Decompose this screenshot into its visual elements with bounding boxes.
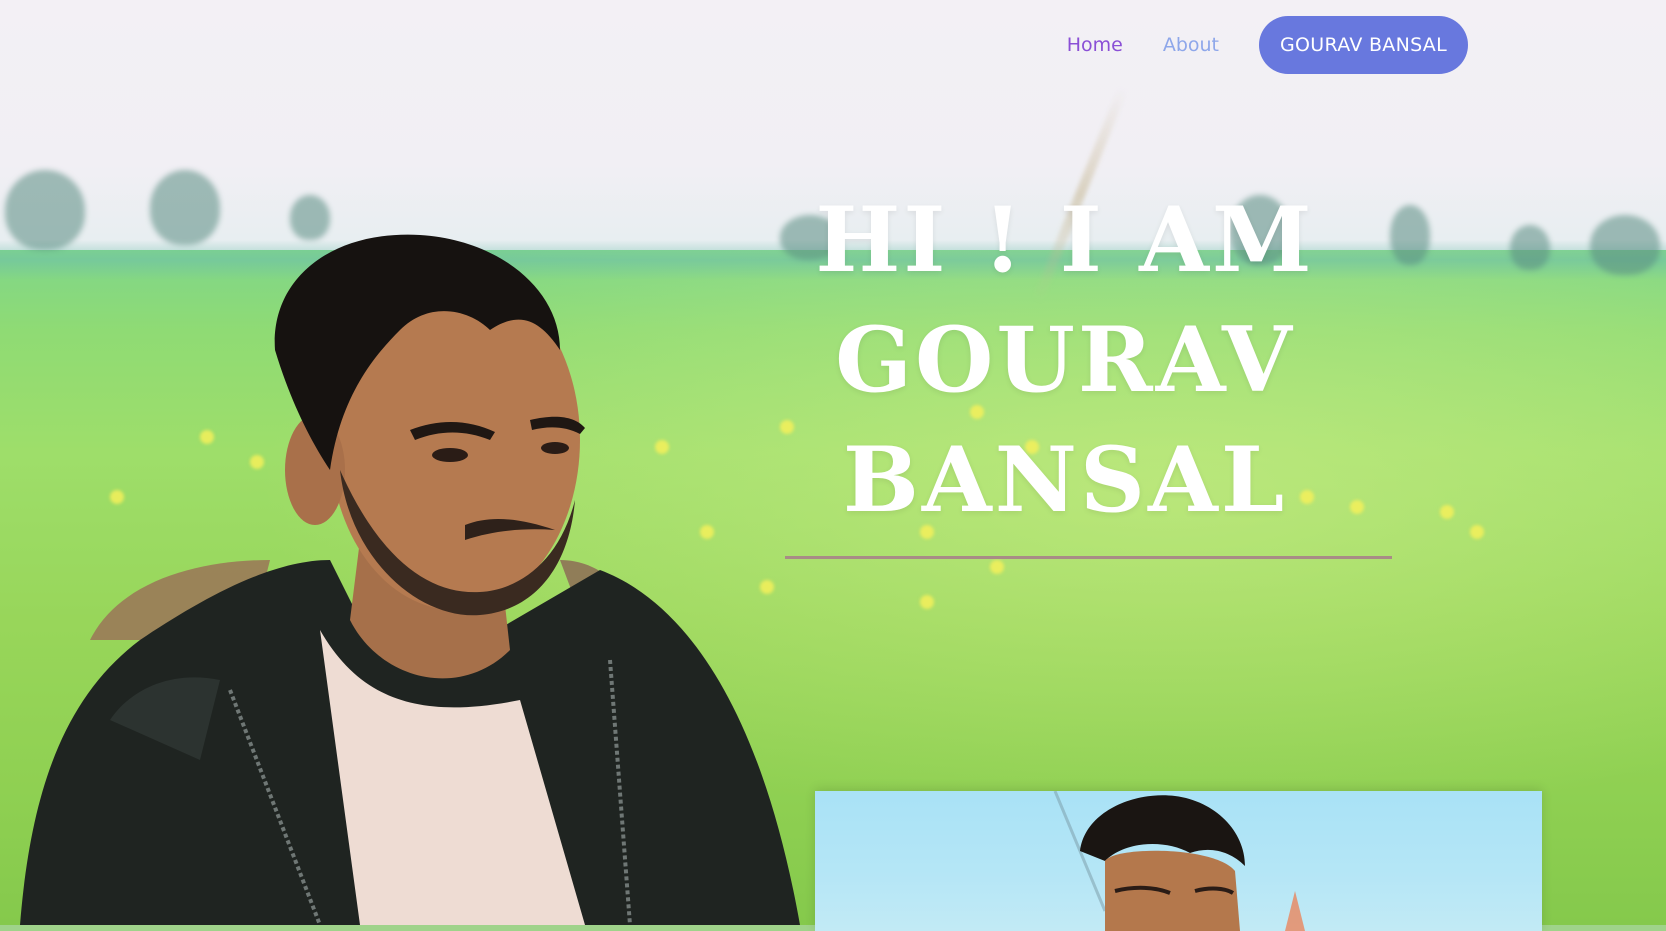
background-flower: [1350, 500, 1364, 514]
background-tree: [1590, 215, 1660, 275]
hero-headline-line-2: GOURAV: [835, 307, 1295, 413]
background-tree: [1510, 225, 1550, 270]
nav-link-about[interactable]: About: [1163, 34, 1219, 56]
background-flower: [1470, 525, 1484, 539]
secondary-photo-card: [815, 791, 1542, 931]
background-flower: [920, 595, 934, 609]
top-navigation: Home About GOURAV BANSAL: [1067, 16, 1468, 74]
hero-portrait-image: [0, 0, 820, 925]
background-flower: [1440, 505, 1454, 519]
nav-link-home[interactable]: Home: [1067, 34, 1123, 56]
hero-divider: [785, 556, 1392, 559]
hero-headline-line-3: BANSAL: [842, 427, 1288, 533]
background-flower: [990, 560, 1004, 574]
nav-name-button[interactable]: GOURAV BANSAL: [1259, 16, 1468, 74]
hero-headline-line-1: HI ! I AM: [815, 187, 1315, 293]
background-tree: [1390, 205, 1430, 265]
hero-headline: HI ! I AM GOURAV BANSAL: [785, 180, 1345, 540]
